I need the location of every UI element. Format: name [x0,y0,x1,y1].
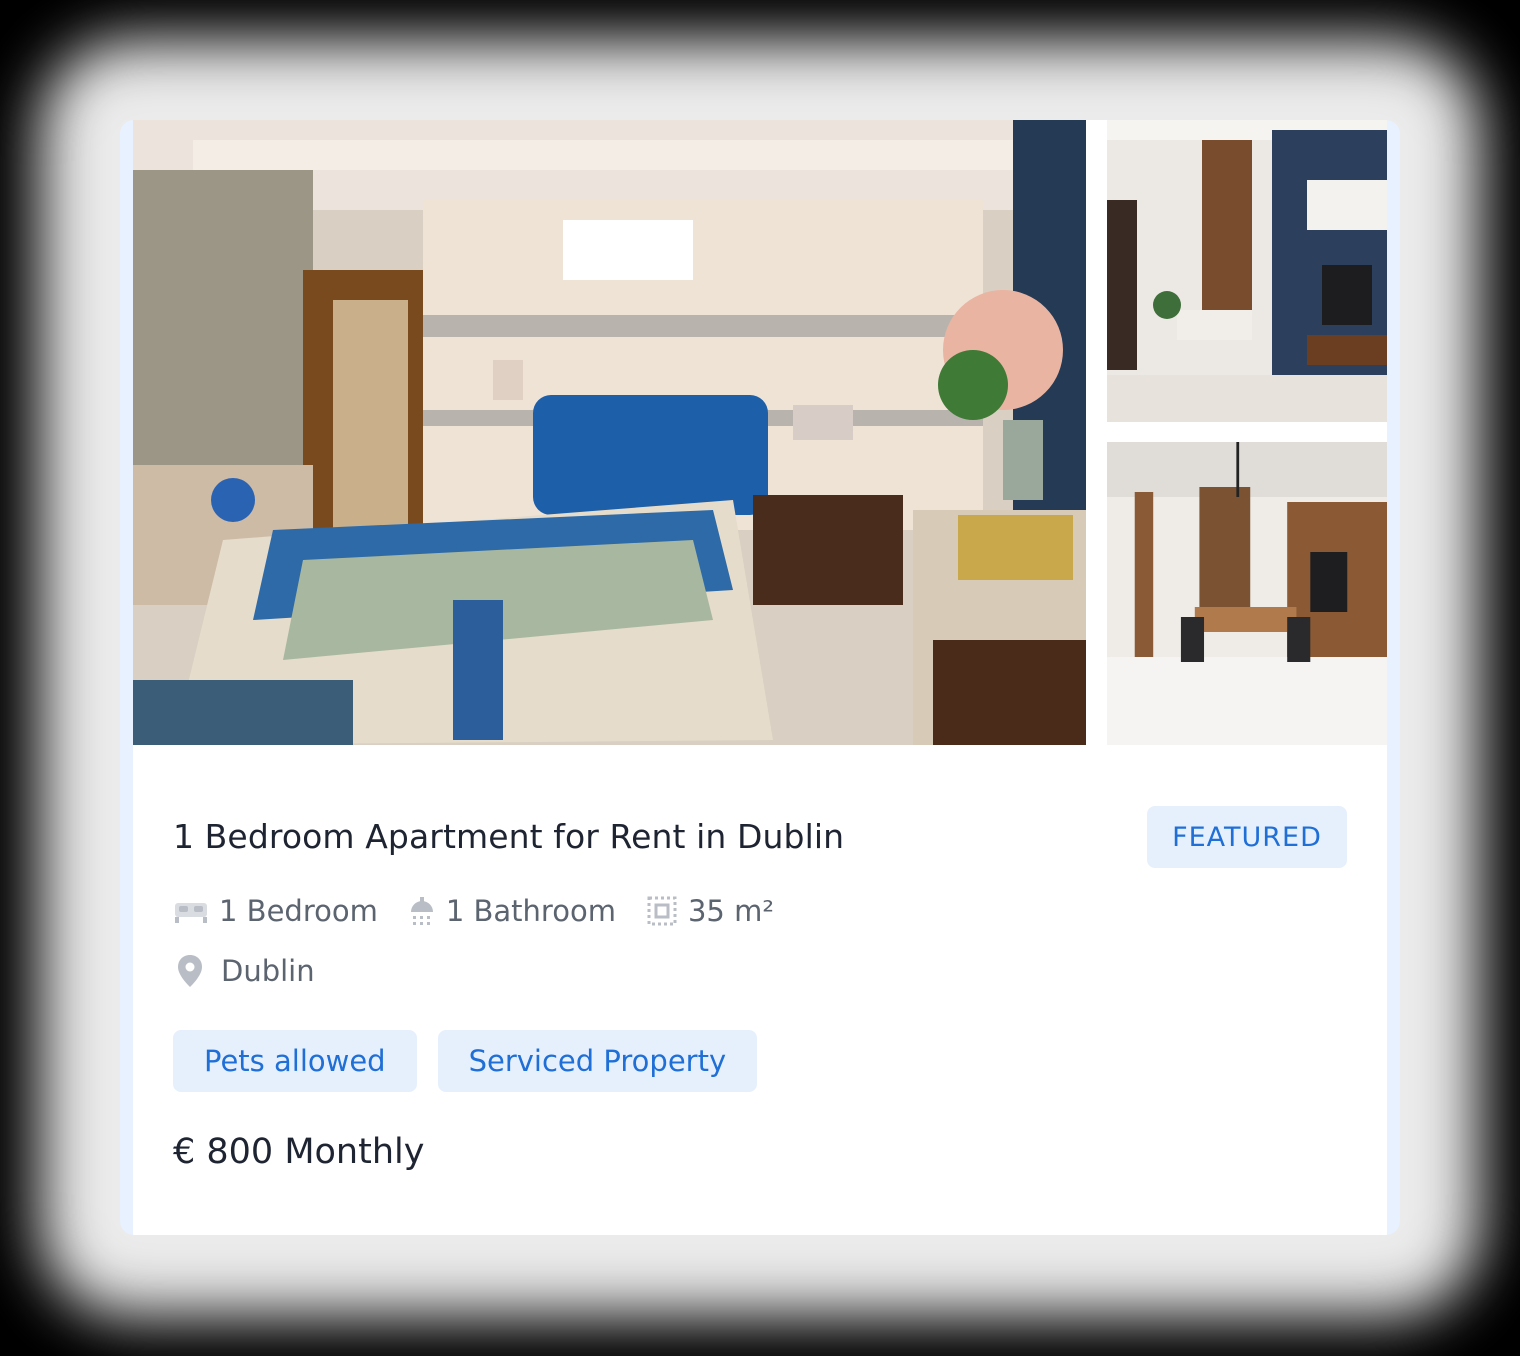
bathrooms-text: 1 Bathroom [445,894,616,928]
area-spec: 35 m² [646,894,774,928]
bathrooms-spec: 1 Bathroom [408,894,616,928]
bedrooms-text: 1 Bedroom [219,894,378,928]
map-pin-icon [177,954,203,988]
featured-badge: FEATURED [1147,806,1347,868]
area-text: 35 m² [687,894,774,928]
bed-icon [173,897,209,925]
tag-serviced-property[interactable]: Serviced Property [437,1030,758,1092]
listing-specs: 1 Bedroom 1 Bathroom 35 m² [173,890,804,932]
photo-living-room[interactable] [1107,120,1387,422]
bedrooms-spec: 1 Bedroom [173,894,378,928]
area-icon [646,895,678,927]
property-card[interactable]: 1 Bedroom Apartment for Rent in Dublin F… [120,120,1400,1235]
photo-kitchen-dining[interactable] [1107,442,1387,745]
main-photo-bedroom[interactable] [133,120,1086,745]
shower-icon [408,896,436,926]
tag-pets-allowed[interactable]: Pets allowed [173,1030,417,1092]
listing-price: € 800 Monthly [173,1132,425,1172]
listing-location: Dublin [173,950,315,992]
listing-title[interactable]: 1 Bedroom Apartment for Rent in Dublin [173,817,844,856]
location-text: Dublin [221,954,315,988]
listing-tags: Pets allowed Serviced Property [173,1030,758,1092]
